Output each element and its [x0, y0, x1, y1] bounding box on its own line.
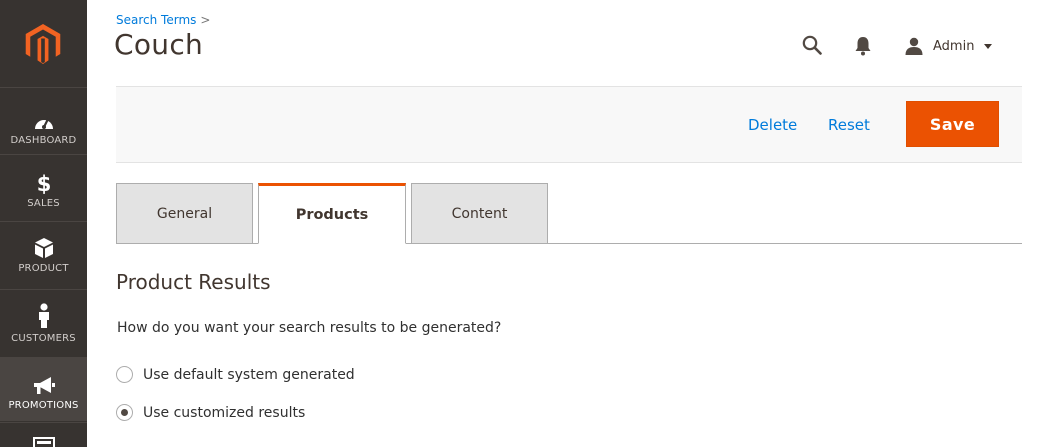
dashboard-gauge-icon	[34, 117, 53, 129]
dollar-icon: $	[36, 172, 51, 194]
radio-button[interactable]	[116, 404, 133, 421]
radio-button[interactable]	[116, 366, 133, 383]
megaphone-icon	[33, 377, 55, 394]
magento-logo-icon[interactable]	[24, 24, 62, 64]
breadcrumb-separator: >	[200, 13, 211, 27]
content-icon	[32, 437, 55, 447]
cube-icon	[34, 238, 53, 258]
svg-text:$: $	[36, 172, 51, 194]
breadcrumb[interactable]: Search Terms >	[116, 13, 210, 27]
sidebar-item-content[interactable]	[0, 422, 87, 447]
sidebar-item-label: PRODUCT	[18, 263, 69, 274]
person-icon	[38, 303, 49, 328]
sidebar-item-customers[interactable]: CUSTOMERS	[0, 289, 87, 356]
bell-icon[interactable]	[854, 36, 872, 56]
section-title: Product Results	[116, 270, 271, 294]
tab-content[interactable]: Content	[411, 183, 548, 244]
results-question: How do you want your search results to b…	[117, 320, 502, 336]
sidebar-item-sales[interactable]: $ SALES	[0, 154, 87, 220]
save-button[interactable]: Save	[906, 101, 999, 147]
breadcrumb-link[interactable]: Search Terms	[116, 13, 196, 27]
chevron-down-icon	[984, 43, 993, 49]
page-actions-bar: Delete Reset Save	[116, 86, 1022, 163]
sidebar-item-label: DASHBOARD	[10, 135, 77, 146]
delete-button[interactable]: Delete	[748, 116, 797, 134]
radio-option-customized[interactable]: Use customized results	[116, 404, 305, 421]
radio-option-default[interactable]: Use default system generated	[116, 366, 355, 383]
tab-products[interactable]: Products	[258, 183, 406, 244]
radio-label: Use default system generated	[143, 366, 355, 383]
tab-general[interactable]: General	[116, 183, 253, 244]
page-title: Couch	[114, 28, 204, 61]
admin-sidebar: DASHBOARD $ SALES PRODUCT CUSTOMERS PROM…	[0, 0, 87, 447]
reset-button[interactable]: Reset	[828, 116, 870, 134]
sidebar-item-label: CUSTOMERS	[11, 333, 76, 344]
sidebar-item-label: PROMOTIONS	[8, 400, 79, 411]
user-icon	[905, 37, 923, 55]
admin-user-menu[interactable]: Admin	[905, 36, 993, 56]
sidebar-item-label: SALES	[27, 198, 60, 209]
radio-label: Use customized results	[143, 404, 306, 421]
admin-username: Admin	[933, 38, 975, 54]
sidebar-item-product[interactable]: PRODUCT	[0, 221, 87, 288]
sidebar-item-promotions[interactable]: PROMOTIONS	[0, 357, 87, 421]
search-icon[interactable]	[802, 35, 822, 55]
sidebar-item-dashboard[interactable]: DASHBOARD	[0, 87, 87, 153]
